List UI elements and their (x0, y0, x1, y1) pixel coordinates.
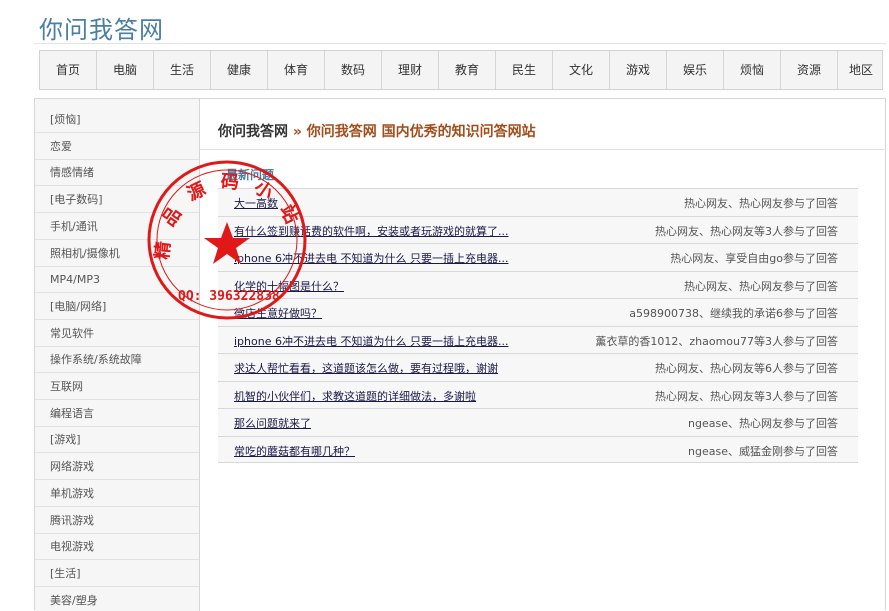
sidebar-link[interactable]: 操作系统/系统故障 (35, 347, 199, 374)
main-content: 你问我答网 » 你问我答网 国内优秀的知识问答网站 最新问题 大一高数热心网友、… (200, 99, 886, 611)
sidebar-link[interactable]: 电视游戏 (35, 534, 199, 561)
nav-item[interactable]: 数码 (325, 51, 382, 89)
question-participants: 热心网友、热心网友等3人参与了回答 (655, 389, 838, 403)
sidebar-link[interactable]: 编程语言 (35, 401, 199, 427)
sidebar-link[interactable]: 情感情绪 (35, 160, 199, 187)
breadcrumb-separator: » (292, 124, 302, 140)
question-participants: 热心网友、热心网友参与了回答 (684, 197, 838, 210)
sidebar-link[interactable]: 手机/通讯 (35, 214, 199, 240)
sidebar-link[interactable]: 照相机/摄像机 (35, 241, 199, 267)
question-link[interactable]: 那么问题就来了 (234, 415, 311, 431)
breadcrumb-current: 你问我答网 国内优秀的知识问答网站 (306, 124, 536, 140)
sidebar-category: [游戏] (35, 427, 199, 454)
header-divider (34, 43, 886, 44)
sidebar-category: [电脑/网络] (35, 294, 199, 320)
question-link[interactable]: 微店生意好做吗？ (234, 305, 322, 321)
nav-item[interactable]: 娱乐 (667, 51, 724, 89)
nav-item[interactable]: 体育 (268, 51, 325, 89)
sidebar-category: [电子数码] (35, 187, 199, 214)
nav-item[interactable]: 电脑 (97, 51, 154, 89)
content-container: [烦恼] 恋爱 情感情绪 [电子数码] 手机/通讯 照相机/摄像机 MP4/MP3 [电脑/网… (34, 98, 886, 611)
question-row: iphone 6冲不进去电 不知道为什么 只要一插上充电器... 薰衣草的香101… (218, 325, 858, 353)
nav-item[interactable]: 理财 (382, 51, 439, 89)
question-list: 大一高数 热心网友、热心网友参与了回答 有什么签到赚话费的软件啊，安装或者玩游戏的就… (218, 188, 858, 463)
question-participants: 热心网友、热心网友等3人参与了回答 (655, 224, 838, 238)
nav-item[interactable]: 民生 (496, 51, 553, 89)
main-nav: 首页 电脑 生活 健康 体育 数码 理财 教育 民生 文化 游戏 娱乐 烦恼 资源 地区 (39, 50, 883, 90)
sidebar-link[interactable]: 腾讯游戏 (35, 508, 199, 534)
sidebar-category: [生活] (35, 561, 199, 587)
question-link[interactable]: iphone 6冲不进去电 不知道为什么 只要一插上充电器... (234, 333, 508, 349)
question-link[interactable]: 大一高数 (234, 195, 278, 211)
question-link[interactable]: 常吃的蘑菇都有哪几种？ (234, 443, 355, 459)
sidebar-link[interactable]: MP4/MP3 (35, 267, 199, 294)
breadcrumb-home[interactable]: 你问我答网 (218, 124, 288, 140)
question-participants: ngease、热心网友参与了回答 (688, 417, 838, 430)
question-participants: a598900738、继续我的承诺6参与了回答 (629, 307, 838, 320)
sidebar-link[interactable]: 单机游戏 (35, 481, 199, 507)
question-link[interactable]: 求达人帮忙看看，这道题该怎么做，要有过程哦，谢谢 (234, 360, 498, 376)
nav-item[interactable]: 生活 (154, 51, 211, 89)
question-row: 求达人帮忙看看，这道题该怎么做，要有过程哦，谢谢 热心网友、热心网友等6人参与了回… (218, 353, 858, 381)
question-row: 微店生意好做吗？ a598900738、继续我的承诺6参与了回答 (218, 298, 858, 326)
question-participants: 薰衣草的香1012、zhaomou77等3人参与了回答 (595, 334, 838, 348)
nav-item[interactable]: 文化 (553, 51, 610, 89)
nav-item[interactable]: 游戏 (610, 51, 667, 89)
sidebar-category: [烦恼] (35, 107, 199, 133)
nav-item[interactable]: 地区 (838, 51, 884, 89)
question-link[interactable]: 化学的十幅图是什么？ (234, 278, 344, 294)
category-sidebar: [烦恼] 恋爱 情感情绪 [电子数码] 手机/通讯 照相机/摄像机 MP4/MP3 [电脑/网… (35, 99, 200, 611)
question-row: 大一高数 热心网友、热心网友参与了回答 (218, 188, 858, 216)
question-row: 有什么签到赚话费的软件啊，安装或者玩游戏的就算了... 热心网友、热心网友等3人参… (218, 215, 858, 243)
breadcrumb-divider (200, 149, 886, 150)
question-participants: 热心网友、享受自由go参与了回答 (670, 252, 838, 265)
sidebar-link[interactable]: 常见软件 (35, 321, 199, 347)
question-row: 机智的小伙伴们，求教这道题的详细做法，多谢啦 热心网友、热心网友等3人参与了回答 (218, 380, 858, 408)
sidebar-link[interactable]: 美容/塑身 (35, 588, 199, 611)
breadcrumb: 你问我答网 » 你问我答网 国内优秀的知识问答网站 (218, 121, 536, 141)
question-link[interactable]: 有什么签到赚话费的软件啊，安装或者玩游戏的就算了... (234, 223, 509, 239)
nav-item[interactable]: 首页 (40, 51, 97, 89)
question-participants: 热心网友、热心网友参与了回答 (684, 279, 838, 293)
question-row: 化学的十幅图是什么？ 热心网友、热心网友参与了回答 (218, 270, 858, 298)
question-participants: ngease、威猛金刚参与了回答 (688, 444, 838, 458)
question-link[interactable]: iphone 6冲不进去电 不知道为什么 只要一插上充电器... (234, 250, 508, 266)
section-title: 最新问题 (226, 168, 275, 182)
sidebar-link[interactable]: 互联网 (35, 374, 199, 400)
nav-item[interactable]: 教育 (439, 51, 496, 89)
nav-item[interactable]: 烦恼 (724, 51, 781, 89)
site-logo[interactable]: 你问我答网 (39, 10, 164, 45)
question-participants: 热心网友、热心网友等6人参与了回答 (655, 362, 838, 375)
question-row: iphone 6冲不进去电 不知道为什么 只要一插上充电器... 热心网友、享受自… (218, 243, 858, 271)
sidebar-link[interactable]: 恋爱 (35, 134, 199, 160)
question-link[interactable]: 机智的小伙伴们，求教这道题的详细做法，多谢啦 (234, 388, 476, 404)
nav-item[interactable]: 资源 (781, 51, 838, 89)
question-row: 常吃的蘑菇都有哪几种？ ngease、威猛金刚参与了回答 (218, 435, 858, 463)
sidebar-link[interactable]: 网络游戏 (35, 454, 199, 481)
nav-item[interactable]: 健康 (211, 51, 268, 89)
question-row: 那么问题就来了 ngease、热心网友参与了回答 (218, 408, 858, 436)
